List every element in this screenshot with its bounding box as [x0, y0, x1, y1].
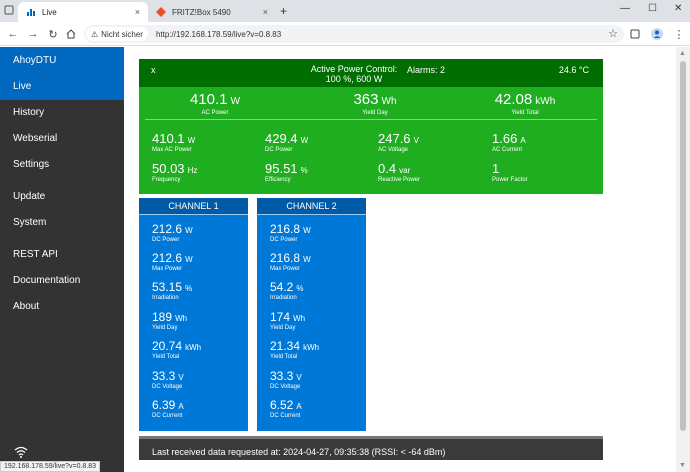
apc-title: Active Power Control: — [310, 64, 398, 74]
dc-power: 429.4 W DC Power — [265, 131, 309, 153]
yield-day-value: 363 Wh Yield Day — [305, 91, 445, 116]
ac-power-value: 410.1 W AC Power — [145, 91, 285, 116]
value-label: Yield Day — [362, 110, 388, 116]
tab-bar: Live × FRITZ!Box 5490 × + — ☐ ✕ — [0, 0, 690, 22]
scroll-down-icon[interactable]: ▼ — [679, 462, 686, 469]
home-icon[interactable] — [64, 27, 78, 41]
channel-dc-voltage: 33.3 V DC Voltage — [152, 369, 184, 390]
ac-voltage: 247.6 V AC Voltage — [378, 131, 419, 153]
status-url: 192.168.178.59/live?v=0.8.83 — [0, 461, 101, 472]
inverter-name: x — [151, 65, 156, 75]
last-received-status: Last received data requested at: 2024-04… — [139, 436, 603, 460]
channel-dc-power: 212.6 W DC Power — [152, 222, 193, 243]
reactive-power: 0.4 var Reactive Power — [378, 161, 421, 183]
scroll-thumb[interactable] — [680, 61, 686, 431]
sidebar-item-history[interactable]: History — [0, 100, 124, 126]
summary-detail-grid: 410.1 W Max AC Power 429.4 W DC Power 247.… — [152, 131, 602, 191]
value-label: AC Power — [201, 110, 229, 116]
close-icon[interactable]: × — [135, 7, 140, 17]
alarms-count[interactable]: Alarms: 2 — [407, 65, 445, 75]
reload-icon[interactable]: ↻ — [46, 27, 60, 41]
channel-yield-day: 174 Wh Yield Day — [270, 310, 306, 331]
channel-irradiation: 54.2 % Irradiation — [270, 280, 304, 301]
address-bar: ← → ↻ ⚠ Nicht sicher http://192.168.178.… — [0, 22, 690, 46]
sidebar: AhoyDTU Live History Webserial Settings … — [0, 47, 124, 472]
channel-title: CHANNEL 1 — [139, 198, 248, 215]
channel-yield-day: 189 Wh Yield Day — [152, 310, 188, 331]
fritzbox-icon — [156, 7, 166, 17]
tab-title: FRITZ!Box 5490 — [172, 7, 231, 17]
sidebar-item-update[interactable]: Update — [0, 184, 124, 210]
security-label: Nicht sicher — [101, 29, 143, 39]
close-icon[interactable]: × — [263, 7, 268, 17]
security-chip[interactable]: ⚠ Nicht sicher — [86, 27, 148, 41]
sidebar-item-documentation[interactable]: Documentation — [0, 268, 124, 294]
temperature: 24.6 °C — [558, 65, 589, 75]
channel-dc-current: 6.52 A DC Current — [270, 398, 302, 419]
efficiency: 95.51 % Efficiency — [265, 161, 308, 183]
wifi-icon — [14, 446, 28, 458]
channel-dc-voltage: 33.3 V DC Voltage — [270, 369, 302, 390]
page-scrollbar[interactable]: ▲ ▼ — [676, 47, 690, 472]
channel-yield-total: 20.74 kWh Yield Total — [152, 339, 202, 360]
download-icon[interactable] — [628, 27, 642, 41]
maximize-button[interactable]: ☐ — [648, 3, 657, 14]
sidebar-item-webserial[interactable]: Webserial — [0, 126, 124, 152]
url-text[interactable]: http://192.168.178.59/live?v=0.8.83 — [156, 30, 281, 39]
profile-icon[interactable] — [650, 27, 664, 41]
channel-yield-total: 21.34 kWh Yield Total — [270, 339, 320, 360]
power-factor: 1 Power Factor — [492, 161, 528, 183]
yield-total-value: 42.08 kWh Yield Total — [455, 91, 595, 116]
channel-max-power: 216.8 W Max Power — [270, 251, 311, 272]
channel-dc-current: 6.39 A DC Current — [152, 398, 184, 419]
value-label: Yield Total — [511, 110, 539, 116]
omnibox[interactable]: ⚠ Nicht sicher http://192.168.178.59/liv… — [84, 25, 624, 43]
ac-current: 1.66 A AC Current — [492, 131, 526, 153]
minimize-button[interactable]: — — [620, 3, 630, 14]
back-icon[interactable]: ← — [6, 27, 20, 41]
tab-live[interactable]: Live × — [18, 2, 148, 22]
channel-2-card: CHANNEL 2 216.8 W DC Power 216.8 W Max Pow… — [257, 198, 366, 431]
sidebar-item-about[interactable]: About — [0, 294, 124, 320]
summary-main-values: 410.1 W AC Power 363 Wh Yield Day 42.08 … — [145, 87, 597, 120]
tab-fritzbox[interactable]: FRITZ!Box 5490 × — [148, 2, 276, 22]
warning-icon: ⚠ — [91, 29, 99, 39]
menu-icon[interactable]: ⋮ — [672, 27, 686, 41]
channel-title: CHANNEL 2 — [257, 198, 366, 215]
scroll-up-icon[interactable]: ▲ — [679, 50, 686, 57]
channel-irradiation: 53.15 % Irradiation — [152, 280, 193, 301]
sidebar-item-live[interactable]: Live — [0, 74, 124, 100]
channel-dc-power: 216.8 W DC Power — [270, 222, 311, 243]
frequency: 50.03 Hz Frequency — [152, 161, 198, 183]
tab-title: Live — [42, 7, 57, 17]
channel-max-power: 212.6 W Max Power — [152, 251, 193, 272]
window-close-button[interactable]: ✕ — [674, 3, 682, 14]
star-icon[interactable]: ☆ — [608, 27, 618, 40]
max-ac-power: 410.1 W Max AC Power — [152, 131, 196, 153]
sidebar-item-settings[interactable]: Settings — [0, 152, 124, 178]
summary-header: x Active Power Control: 100 %, 600 W Ala… — [139, 59, 603, 87]
chart-icon — [26, 7, 36, 17]
sidebar-item-system[interactable]: System — [0, 210, 124, 236]
apc-value: 100 %, 600 W — [325, 74, 383, 84]
new-tab-button[interactable]: + — [280, 4, 287, 18]
channel-1-card: CHANNEL 1 212.6 W DC Power 212.6 W Max Pow… — [139, 198, 248, 431]
sidebar-item-rest-api[interactable]: REST API — [0, 242, 124, 268]
tab-search-icon[interactable] — [4, 5, 14, 15]
brand-title[interactable]: AhoyDTU — [0, 47, 124, 74]
inverter-summary: x Active Power Control: 100 %, 600 W Ala… — [139, 59, 603, 194]
forward-icon[interactable]: → — [26, 27, 40, 41]
